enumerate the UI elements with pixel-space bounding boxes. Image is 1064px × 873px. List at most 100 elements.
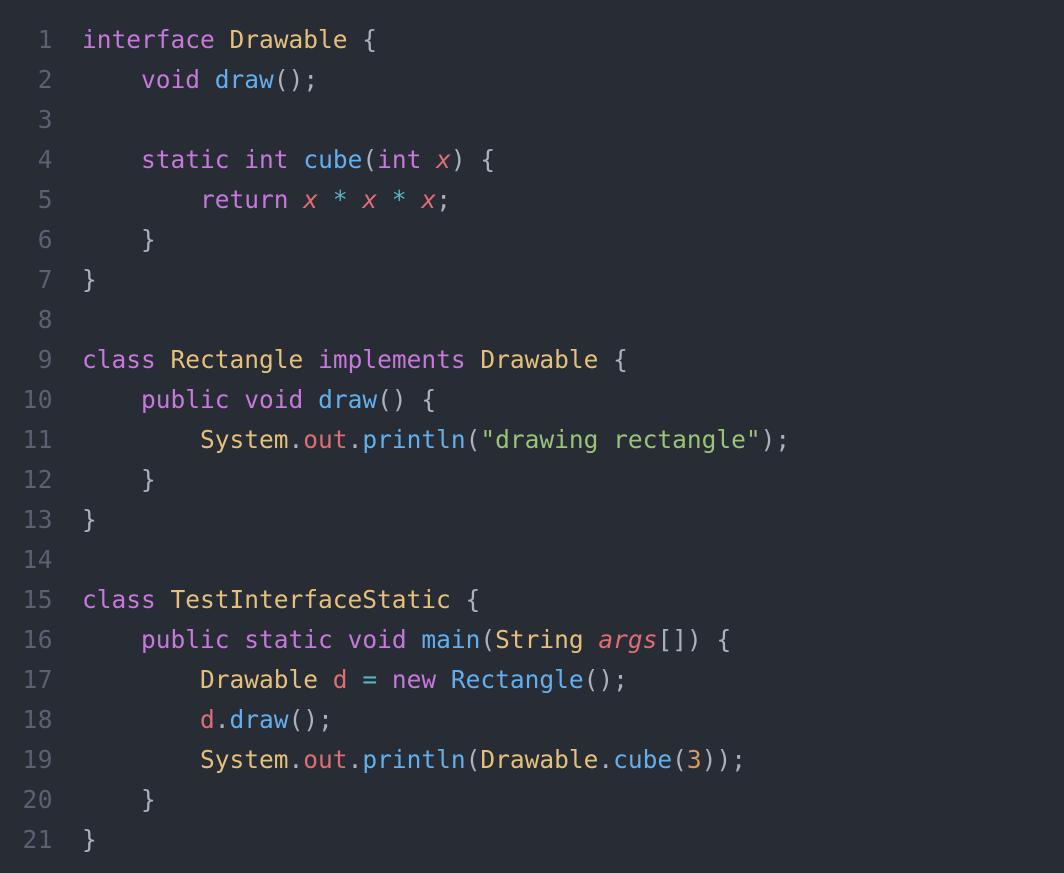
code-editor[interactable]: 1 interface Drawable {2 void draw(); 3 4 st… [0,0,1064,873]
token-pun [436,665,451,694]
line-number: 16 [22,625,53,654]
code-line[interactable]: 17 Drawable d = new Rectangle(); [0,660,1064,700]
token-pun: ( [672,745,687,774]
line-content[interactable]: } [53,500,97,540]
code-line[interactable]: 7} [0,260,1064,300]
line-content[interactable]: d.draw(); [53,700,333,740]
token-pun [82,65,141,94]
token-pun [289,185,304,214]
line-content[interactable]: Drawable d = new Rectangle(); [53,660,628,700]
line-content[interactable]: class TestInterfaceStatic { [53,580,480,620]
line-content[interactable]: return x * x * x; [53,180,451,220]
code-line[interactable]: 13} [0,500,1064,540]
code-line[interactable]: 1 interface Drawable { [0,20,1064,60]
token-pun: { [347,25,378,54]
line-content[interactable]: class Rectangle implements Drawable { [53,340,628,380]
token-pun: []) { [657,625,732,654]
line-number: 15 [22,585,53,614]
line-content[interactable]: interface Drawable { [53,20,377,60]
code-line[interactable]: 4 static int cube(int x) { [0,140,1064,180]
token-kw: static [244,625,333,654]
line-number: 10 [22,385,53,414]
line-content[interactable]: System.out.println("drawing rectangle"); [53,420,790,460]
code-line[interactable]: 9 class Rectangle implements Drawable { [0,340,1064,380]
token-pun [82,185,200,214]
token-pun [82,665,200,694]
code-line[interactable]: 21} [0,820,1064,860]
line-content[interactable]: public void draw() { [53,380,436,420]
token-fn: println [362,425,466,454]
line-content[interactable]: public static void main(String args[]) { [53,620,731,660]
line-content[interactable]: } [53,460,156,500]
line-content[interactable]: System.out.println(Drawable.cube(3)); [53,740,746,780]
token-kw: new [391,665,437,694]
code-line[interactable]: 18 d.draw(); [0,700,1064,740]
code-line[interactable]: 11 System.out.println("drawing rectangle… [0,420,1064,460]
code-line[interactable]: 5 return x * x * x; [0,180,1064,220]
code-line-list: 1 interface Drawable {2 void draw(); 3 4 st… [0,20,1064,860]
token-var: out [303,745,348,774]
code-line[interactable]: 16 public static void main(String args[]… [0,620,1064,660]
code-line[interactable]: 2 void draw(); [0,60,1064,100]
token-var: d [200,705,215,734]
token-pun: . [288,425,304,454]
line-content[interactable]: } [53,820,97,860]
token-kw: void [141,65,201,94]
line-number: 21 [22,825,53,854]
token-pun: { [598,345,628,374]
line-number: 7 [37,265,53,294]
token-type: Drawable [480,745,599,774]
token-kw: interface [82,25,215,54]
token-fn: draw [229,705,289,734]
code-line[interactable]: 10 public void draw() { [0,380,1064,420]
code-line[interactable]: 19 System.out.println(Drawable.cube(3)); [0,740,1064,780]
code-line[interactable]: 8 [0,300,1064,340]
token-pun: () { [377,385,437,414]
token-pun: ) { [450,145,496,174]
token-pun: ; [436,185,451,214]
code-line[interactable]: 12 } [0,460,1064,500]
line-number: 11 [22,425,53,454]
token-pun: } [82,225,156,254]
line-number: 17 [22,665,53,694]
code-line[interactable]: 6 } [0,220,1064,260]
token-pun: . [598,745,614,774]
token-vari: x [362,185,378,214]
token-pun [377,665,392,694]
line-content[interactable]: } [53,260,97,300]
token-fn: println [362,745,466,774]
line-content[interactable]: void draw(); [53,60,318,100]
token-pun: . [288,745,304,774]
token-pun [215,25,230,54]
line-number: 14 [22,545,53,574]
token-pun: } [82,785,156,814]
token-type: String [495,625,584,654]
token-op: * [332,185,348,214]
code-line[interactable]: 3 [0,100,1064,140]
token-pun [82,625,141,654]
token-type: System [200,425,289,454]
line-content[interactable]: } [53,780,156,820]
token-pun [289,145,304,174]
token-pun [407,625,422,654]
code-line[interactable]: 14 [0,540,1064,580]
token-pun [82,745,200,774]
token-kw: class [82,585,156,614]
token-pun: } [82,465,156,494]
line-content[interactable]: } [53,220,156,260]
token-pun [303,345,318,374]
token-pun [333,625,348,654]
token-fn: cube [613,745,673,774]
token-type: Rectangle [170,345,304,374]
code-line[interactable]: 20 } [0,780,1064,820]
code-line[interactable]: 15 class TestInterfaceStatic { [0,580,1064,620]
token-var: d [332,665,348,694]
token-op: * [391,185,407,214]
token-pun: } [82,825,97,854]
token-pun [584,625,599,654]
token-pun: } [82,505,97,534]
token-type: TestInterfaceStatic [170,585,451,614]
token-pun [200,65,215,94]
token-pun: . [347,425,363,454]
line-content[interactable]: static int cube(int x) { [53,140,495,180]
